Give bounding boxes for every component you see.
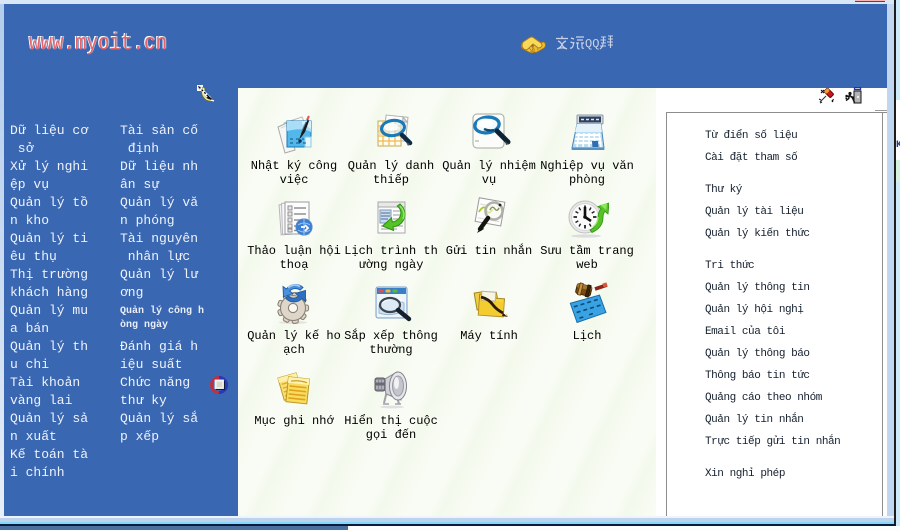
svg-text:QQ: QQ [585, 37, 599, 51]
